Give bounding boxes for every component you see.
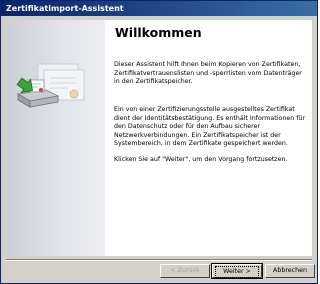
next-button-label: Weiter >	[215, 266, 259, 278]
wizard-content: Willkommen Dieser Assistent hilft Ihnen …	[105, 20, 312, 256]
wizard-client-area: Willkommen Dieser Assistent hilft Ihnen …	[3, 17, 315, 283]
intro-paragraph: Dieser Assistent hilft Ihnen beim Kopier…	[114, 61, 302, 86]
certificate-info-paragraph: Ein von einer Zertifizierungsstelle ausg…	[114, 106, 306, 148]
continue-instruction: Klicken Sie auf "Weiter", um den Vorgang…	[114, 156, 288, 163]
title-bar[interactable]: Zertifikatimport-Assistent	[1, 1, 317, 16]
page-title: Willkommen	[115, 25, 202, 40]
button-separator	[6, 259, 312, 261]
wizard-side-panel	[6, 20, 105, 256]
window-title: Zertifikatimport-Assistent	[6, 4, 124, 13]
certificate-import-icon	[16, 63, 85, 108]
wizard-window: Zertifikatimport-Assistent Willkommen Di…	[0, 0, 318, 284]
cancel-button[interactable]: Abbrechen	[265, 264, 315, 278]
next-button[interactable]: Weiter >	[211, 263, 263, 279]
back-button[interactable]: < Zurück	[160, 264, 210, 278]
